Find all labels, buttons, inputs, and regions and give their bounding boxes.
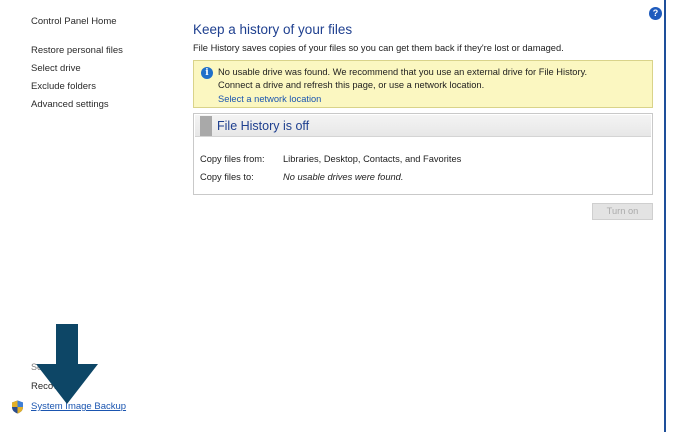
nav-item-exclude-folders[interactable]: Exclude folders — [31, 81, 123, 99]
notice-text-line1: No usable drive was found. We recommend … — [218, 67, 588, 77]
status-header: File History is off — [195, 115, 651, 137]
copy-from-value: Libraries, Desktop, Contacts, and Favori… — [283, 154, 462, 164]
status-title: File History is off — [217, 119, 310, 133]
copy-from-label: Copy files from: — [200, 154, 265, 164]
select-network-location-link[interactable]: Select a network location — [218, 94, 321, 104]
copy-to-label: Copy files to: — [200, 172, 254, 182]
help-icon[interactable]: ? — [649, 7, 662, 20]
page-description: File History saves copies of your files … — [193, 43, 564, 53]
control-panel-home-link[interactable]: Control Panel Home — [31, 16, 117, 27]
nav-item-select-drive[interactable]: Select drive — [31, 63, 123, 81]
info-icon: i — [201, 67, 213, 79]
notice-text-line2: Connect a drive and refresh this page, o… — [218, 80, 485, 90]
file-history-status-panel: File History is off Copy files from: Lib… — [193, 113, 653, 195]
window-right-border — [664, 0, 666, 432]
down-arrow-icon — [36, 324, 98, 404]
no-drive-notice: i No usable drive was found. We recommen… — [193, 60, 653, 108]
status-marker — [200, 116, 212, 136]
uac-shield-icon — [12, 400, 23, 414]
nav-item-advanced-settings[interactable]: Advanced settings — [31, 99, 123, 117]
copy-to-value: No usable drives were found. — [283, 172, 404, 182]
nav-item-restore-personal-files[interactable]: Restore personal files — [31, 45, 123, 63]
page-title: Keep a history of your files — [193, 22, 353, 37]
turn-on-button[interactable]: Turn on — [592, 203, 653, 220]
nav-task-list: Restore personal files Select drive Excl… — [31, 45, 123, 117]
